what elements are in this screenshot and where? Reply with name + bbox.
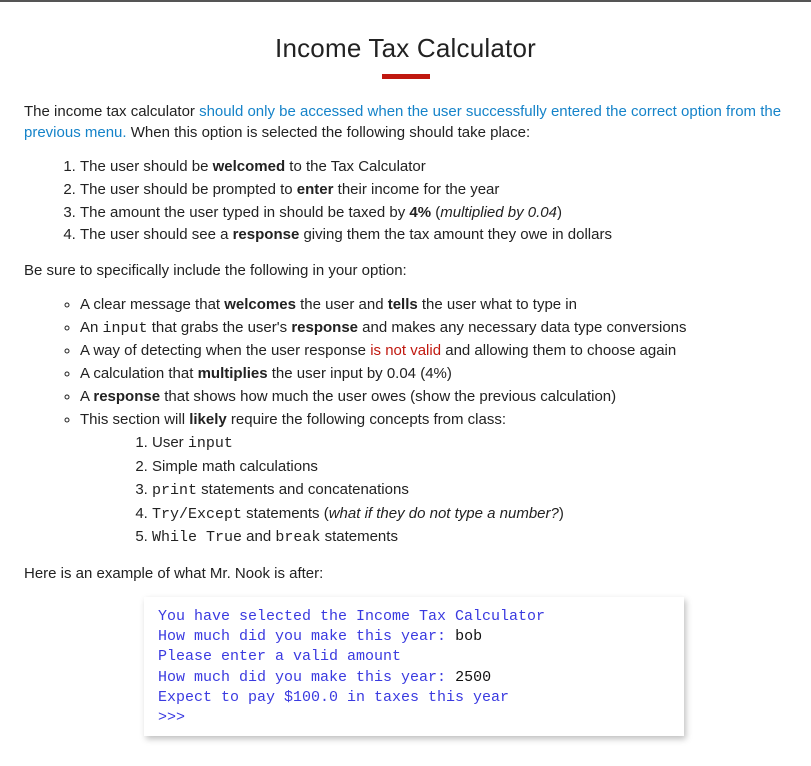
example-line-2a: How much did you make this year: xyxy=(158,628,455,645)
example-line-1: You have selected the Income Tax Calcula… xyxy=(158,608,545,625)
concept-3: print statements and concatenations xyxy=(152,479,787,502)
step-1: The user should be welcomed to the Tax C… xyxy=(80,156,787,178)
title-underline xyxy=(382,74,430,79)
concepts-sublist: User input Simple math calculations prin… xyxy=(80,432,787,549)
intro-paragraph: The income tax calculator should only be… xyxy=(24,101,787,145)
step-2: The user should be prompted to enter the… xyxy=(80,179,787,201)
step-4: The user should see a response giving th… xyxy=(80,224,787,246)
req-5: A response that shows how much the user … xyxy=(80,386,787,408)
intro-before: The income tax calculator xyxy=(24,103,199,120)
example-user-input-1: bob xyxy=(455,628,482,645)
example-line-3: Please enter a valid amount xyxy=(158,648,401,665)
req-3: A way of detecting when the user respons… xyxy=(80,340,787,362)
concept-2: Simple math calculations xyxy=(152,456,787,478)
example-line-5: Expect to pay $100.0 in taxes this year xyxy=(158,689,509,706)
document-page: Income Tax Calculator The income tax cal… xyxy=(0,2,811,766)
page-title: Income Tax Calculator xyxy=(24,30,787,68)
steps-list: The user should be welcomed to the Tax C… xyxy=(24,156,787,246)
req-2: An input that grabs the user's response … xyxy=(80,317,787,340)
concept-4: Try/Except statements (what if they do n… xyxy=(152,503,787,526)
req-6: This section will likely require the fol… xyxy=(80,409,787,550)
example-line-4a: How much did you make this year: xyxy=(158,669,455,686)
intro-after: When this option is selected the followi… xyxy=(127,124,531,141)
include-label: Be sure to specifically include the foll… xyxy=(24,260,787,282)
concept-1: User input xyxy=(152,432,787,455)
req-1: A clear message that welcomes the user a… xyxy=(80,294,787,316)
example-prompt: >>> xyxy=(158,709,185,726)
requirements-list: A clear message that welcomes the user a… xyxy=(24,294,787,549)
example-output: You have selected the Income Tax Calcula… xyxy=(144,597,684,737)
example-label: Here is an example of what Mr. Nook is a… xyxy=(24,563,787,585)
req-4: A calculation that multiplies the user i… xyxy=(80,363,787,385)
concept-5: While True and break statements xyxy=(152,526,787,549)
step-3: The amount the user typed in should be t… xyxy=(80,202,787,224)
example-user-input-2: 2500 xyxy=(455,669,491,686)
